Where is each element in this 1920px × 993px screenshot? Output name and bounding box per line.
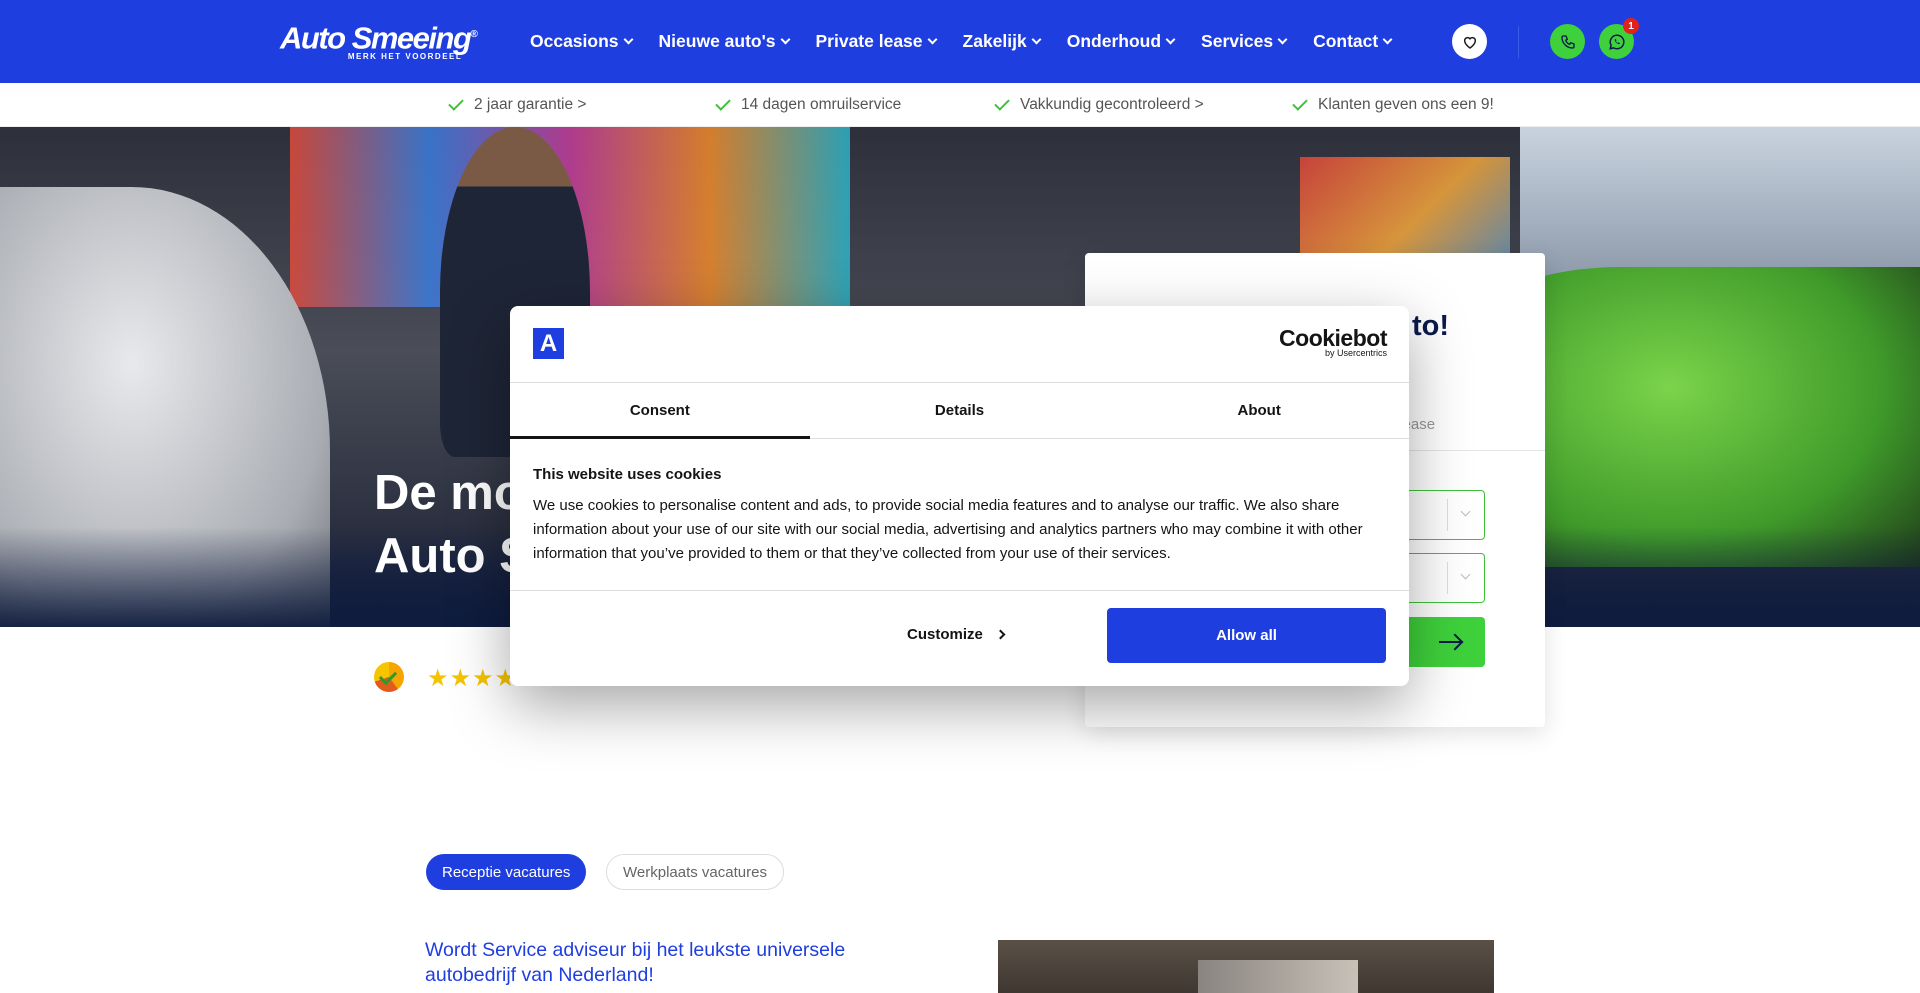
cookie-consent-dialog: A Cookiebot by Usercentrics Consent Deta…	[510, 306, 1409, 686]
whatsapp-icon	[1608, 33, 1625, 50]
usp-item[interactable]: 2 jaar garantie >	[448, 95, 587, 114]
hero-title: De mo Auto S	[374, 462, 532, 588]
nav-label: Nieuwe auto's	[658, 31, 776, 51]
arrow-right-icon	[1439, 641, 1461, 643]
site-logo-icon: A	[533, 328, 564, 359]
call-button[interactable]	[1550, 24, 1585, 59]
header-divider	[1518, 26, 1519, 58]
tab-receptie-vacatures[interactable]: Receptie vacatures	[426, 854, 587, 890]
nav-label: Zakelijk	[962, 31, 1027, 51]
customize-button[interactable]: Customize	[907, 626, 1006, 643]
kiyoh-logo-icon	[374, 662, 404, 692]
chevron-down-icon	[927, 34, 937, 45]
nav-item-contact[interactable]: Contact	[1313, 31, 1393, 52]
check-icon	[1292, 95, 1308, 111]
customize-label: Customize	[907, 626, 983, 643]
nav-item-nieuwe-autos[interactable]: Nieuwe auto's	[658, 31, 790, 52]
chevron-down-icon	[780, 34, 790, 45]
usp-bar: 2 jaar garantie > 14 dagen omruilservice…	[0, 83, 1920, 127]
cookie-tabs: Consent Details About	[510, 382, 1409, 439]
vacancy-title: Wordt Service adviseur bij het leukste u…	[425, 939, 846, 986]
top-navigation-bar: Auto Smeeing® MERK HET VOORDEEL Occasion…	[0, 0, 1920, 83]
chevron-down-icon	[1277, 34, 1288, 45]
chevron-right-icon	[995, 629, 1006, 640]
cookiebot-logo: Cookiebot by Usercentrics	[1279, 326, 1387, 358]
nav-label: Occasions	[530, 31, 619, 51]
cookie-body-text: We use cookies to personalise content an…	[533, 497, 1363, 562]
cookie-footer-divider	[510, 590, 1409, 591]
check-icon	[994, 95, 1010, 111]
nav-label: Private lease	[815, 31, 923, 51]
chevron-down-icon	[1031, 34, 1042, 45]
usp-label: Vakkundig gecontroleerd >	[1020, 96, 1204, 113]
select-divider	[1447, 562, 1448, 594]
chevron-down-icon	[623, 34, 633, 45]
usp-item: Klanten geven ons een 9!	[1292, 95, 1494, 114]
check-icon	[715, 95, 731, 111]
usp-item: 14 dagen omruilservice	[715, 95, 902, 114]
hero-title-line: Auto S	[374, 529, 532, 583]
search-card-title: to!	[1412, 310, 1450, 342]
allow-all-button[interactable]: Allow all	[1107, 608, 1386, 663]
phone-icon	[1560, 34, 1575, 49]
nav-label: Onderhoud	[1066, 31, 1162, 51]
main-nav: Occasions Nieuwe auto's Private lease Za…	[530, 0, 1418, 83]
chevron-down-icon	[1382, 34, 1393, 45]
usp-label: 2 jaar garantie >	[474, 96, 587, 113]
hero-showroom-windows	[1520, 127, 1920, 287]
chevron-down-icon	[1165, 34, 1176, 45]
tab-details[interactable]: Details	[810, 383, 1110, 438]
usp-label: Klanten geven ons een 9!	[1318, 96, 1494, 113]
nav-item-occasions[interactable]: Occasions	[530, 31, 633, 52]
usp-item[interactable]: Vakkundig gecontroleerd >	[994, 95, 1204, 114]
cookiebot-brand: Cookiebot	[1279, 325, 1387, 351]
site-logo[interactable]: Auto Smeeing® MERK HET VOORDEEL	[280, 20, 478, 61]
cookie-heading: This website uses cookies	[533, 466, 722, 483]
chevron-down-icon	[1460, 506, 1471, 517]
favorites-button[interactable]	[1452, 24, 1487, 59]
check-icon	[448, 95, 464, 111]
tab-consent[interactable]: Consent	[510, 383, 810, 439]
tab-about[interactable]: About	[1109, 383, 1409, 438]
chevron-down-icon	[1460, 569, 1471, 580]
notification-badge: 1	[1623, 18, 1639, 34]
logo-text: Auto Smeeing	[280, 20, 472, 56]
nav-item-zakelijk[interactable]: Zakelijk	[962, 31, 1042, 52]
heart-icon	[1463, 36, 1476, 49]
nav-item-private-lease[interactable]: Private lease	[815, 31, 937, 52]
nav-label: Services	[1201, 31, 1274, 51]
hero-title-line: De mo	[374, 466, 524, 520]
nav-item-onderhoud[interactable]: Onderhoud	[1066, 31, 1176, 52]
select-divider	[1447, 499, 1448, 531]
nav-label: Contact	[1313, 31, 1379, 51]
usp-label: 14 dagen omruilservice	[741, 96, 902, 113]
nav-item-services[interactable]: Services	[1201, 31, 1288, 52]
vacancy-image	[998, 940, 1494, 993]
tab-werkplaats-vacatures[interactable]: Werkplaats vacatures	[606, 854, 784, 890]
